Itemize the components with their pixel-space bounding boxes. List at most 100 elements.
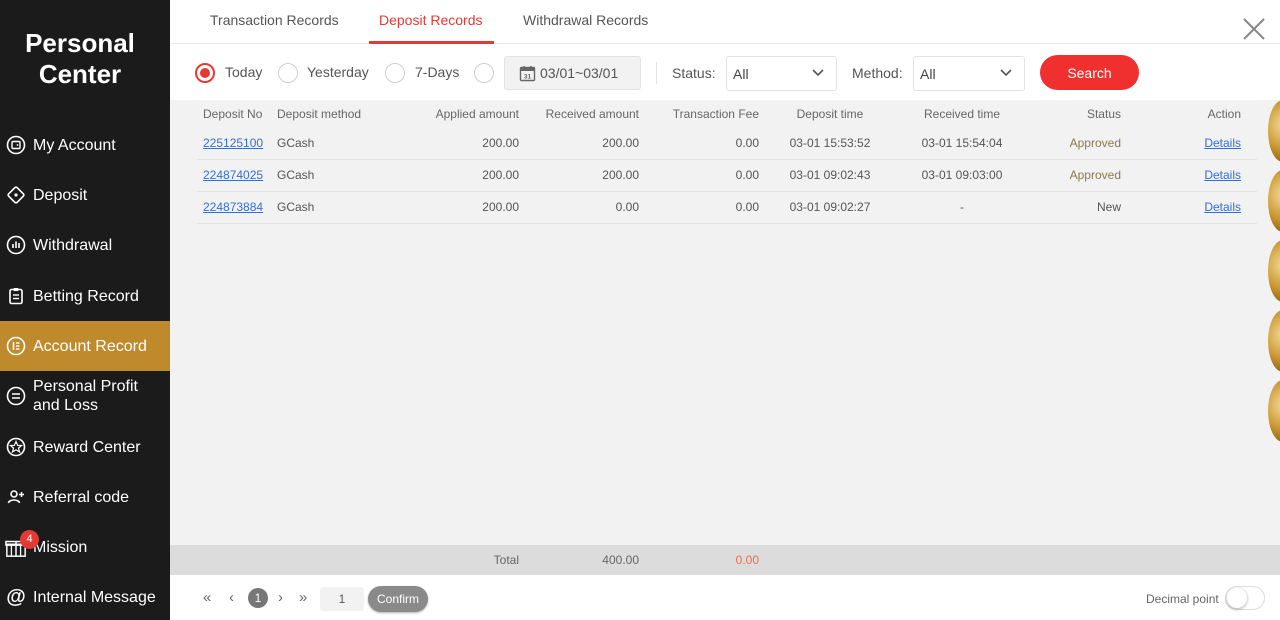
notification-badge: 4 — [20, 530, 39, 549]
radio-label-yesterday: Yesterday — [307, 64, 369, 80]
deposit-method-cell: GCash — [277, 200, 315, 214]
filter-divider — [656, 62, 657, 84]
column-header-status: Status — [1086, 107, 1121, 121]
transaction-fee-cell: 0.00 — [735, 168, 759, 182]
chevron-down-icon — [1000, 69, 1012, 77]
last-page-button[interactable]: » — [299, 588, 307, 608]
user-plus-icon — [5, 486, 27, 508]
column-header-received-amount: Received amount — [545, 107, 639, 121]
received-time-cell: 03-01 15:54:04 — [921, 136, 1003, 150]
sidebar-item-reward-center[interactable]: Reward Center — [0, 422, 170, 472]
withdrawal-chart-icon — [5, 234, 27, 256]
at-icon: @ — [6, 585, 26, 608]
sidebar-item-label: Account Record — [33, 337, 147, 355]
deposit-time-cell: 03-01 09:02:43 — [789, 168, 871, 182]
sidebar-item-label: Betting Record — [33, 287, 139, 305]
details-link[interactable]: Details — [1171, 160, 1241, 190]
sidebar-item-label: Reward Center — [33, 438, 141, 456]
deposit-no-link[interactable]: 224874025 — [203, 160, 263, 190]
table-header: Deposit No Deposit method Applied amount… — [197, 100, 1257, 128]
deposit-no-link[interactable]: 225125100 — [203, 128, 263, 158]
table-row: 224874025 GCash 200.00 200.00 0.00 03-01… — [197, 160, 1257, 192]
sidebar-item-account-record[interactable]: Account Record — [0, 321, 170, 371]
radio-today[interactable] — [195, 63, 215, 83]
received-amount-cell: 200.00 — [602, 136, 639, 150]
decimal-point-toggle[interactable] — [1225, 586, 1265, 610]
tab-withdrawal-records[interactable]: Withdrawal Records — [523, 12, 648, 28]
main-panel: Transaction Records Deposit Records With… — [170, 0, 1280, 620]
radio-7-days[interactable] — [385, 63, 405, 83]
column-header-action: Action — [1207, 107, 1241, 121]
sidebar-item-betting-record[interactable]: Betting Record — [0, 271, 170, 321]
radio-custom-range[interactable] — [474, 63, 494, 83]
decimal-point-label: Decimal point — [1146, 592, 1219, 606]
radio-label-7-days: 7-Days — [415, 64, 460, 80]
sidebar-title: Personal Center — [25, 28, 135, 89]
sidebar-item-personal-profit-and-loss[interactable]: Personal Profit and Loss — [0, 371, 170, 421]
search-button[interactable]: Search — [1040, 55, 1139, 90]
star-icon — [5, 436, 27, 458]
sidebar-item-label: Deposit — [33, 186, 88, 204]
table-row: 225125100 GCash 200.00 200.00 0.00 03-01… — [197, 128, 1257, 160]
status-cell: Approved — [1069, 168, 1121, 182]
method-select[interactable]: All — [913, 56, 1025, 91]
clipboard-icon — [5, 285, 27, 307]
sidebar-item-label: Personal Profit and Loss — [33, 378, 138, 414]
sidebar-item-label: Mission — [33, 538, 88, 556]
current-page-indicator[interactable]: 1 — [248, 588, 268, 608]
calendar-icon: 31 — [519, 65, 536, 81]
pagination-bar: « ‹ 1 › » Confirm Decimal point — [170, 575, 1280, 620]
radio-yesterday[interactable] — [278, 63, 298, 83]
sidebar-item-withdrawal[interactable]: Withdrawal — [0, 220, 170, 270]
status-select-value: All — [733, 65, 749, 82]
chevron-down-icon — [812, 69, 824, 77]
sidebar-item-mission[interactable]: 4 Mission — [0, 522, 170, 572]
column-header-deposit-method: Deposit method — [277, 107, 362, 121]
ledger-icon — [5, 335, 27, 357]
deposit-records-table: Deposit No Deposit method Applied amount… — [170, 100, 1280, 545]
applied-amount-cell: 200.00 — [482, 200, 519, 214]
status-filter-label: Status: — [672, 65, 716, 81]
status-select[interactable]: All — [726, 56, 837, 91]
next-page-button[interactable]: › — [278, 588, 283, 608]
deposit-no-link[interactable]: 224873884 — [203, 192, 263, 222]
sidebar-item-label: Referral code — [33, 488, 130, 506]
sidebar-item-label: Withdrawal — [33, 236, 113, 254]
received-amount-cell: 0.00 — [615, 200, 639, 214]
close-icon[interactable] — [1242, 17, 1266, 41]
details-link[interactable]: Details — [1171, 192, 1241, 222]
gift-icon: 4 — [5, 530, 39, 558]
status-cell: New — [1096, 200, 1121, 214]
tab-deposit-records[interactable]: Deposit Records — [379, 12, 483, 28]
sidebar-item-label: My Account — [33, 136, 116, 154]
radio-label-today: Today — [225, 64, 263, 80]
method-filter-label: Method: — [852, 65, 903, 81]
tab-transaction-records[interactable]: Transaction Records — [210, 12, 339, 28]
received-time-cell: 03-01 09:03:00 — [921, 168, 1003, 182]
sidebar-item-label: Internal Message — [33, 588, 156, 606]
sidebar-item-deposit[interactable]: Deposit — [0, 170, 170, 220]
prev-page-button[interactable]: ‹ — [229, 588, 234, 608]
column-header-transaction-fee: Transaction Fee — [672, 107, 759, 121]
details-link[interactable]: Details — [1171, 128, 1241, 158]
date-range-picker[interactable]: 31 03/01~03/01 — [504, 56, 641, 90]
date-range-value: 03/01~03/01 — [540, 65, 619, 81]
filter-bar: Today Yesterday 7-Days 31 03/01~03/01 St… — [170, 44, 1280, 100]
record-tabs: Transaction Records Deposit Records With… — [170, 0, 1280, 44]
method-select-value: All — [920, 65, 936, 82]
total-transaction-fee: 0.00 — [735, 553, 759, 567]
first-page-button[interactable]: « — [203, 588, 211, 608]
svg-text:31: 31 — [524, 73, 532, 80]
deposit-time-cell: 03-01 09:02:27 — [789, 200, 871, 214]
total-received-amount: 400.00 — [602, 553, 639, 567]
sidebar-item-my-account[interactable]: My Account — [0, 120, 170, 170]
received-amount-cell: 200.00 — [602, 168, 639, 182]
wallet-icon — [5, 134, 27, 156]
column-header-deposit-time: Deposit time — [796, 107, 864, 121]
transaction-fee-cell: 0.00 — [735, 136, 759, 150]
sidebar-item-internal-message[interactable]: @ Internal Message — [0, 572, 170, 620]
received-time-cell: - — [960, 200, 964, 214]
sidebar-item-referral-code[interactable]: Referral code — [0, 472, 170, 522]
page-number-input[interactable] — [320, 587, 364, 611]
confirm-button[interactable]: Confirm — [368, 586, 428, 612]
